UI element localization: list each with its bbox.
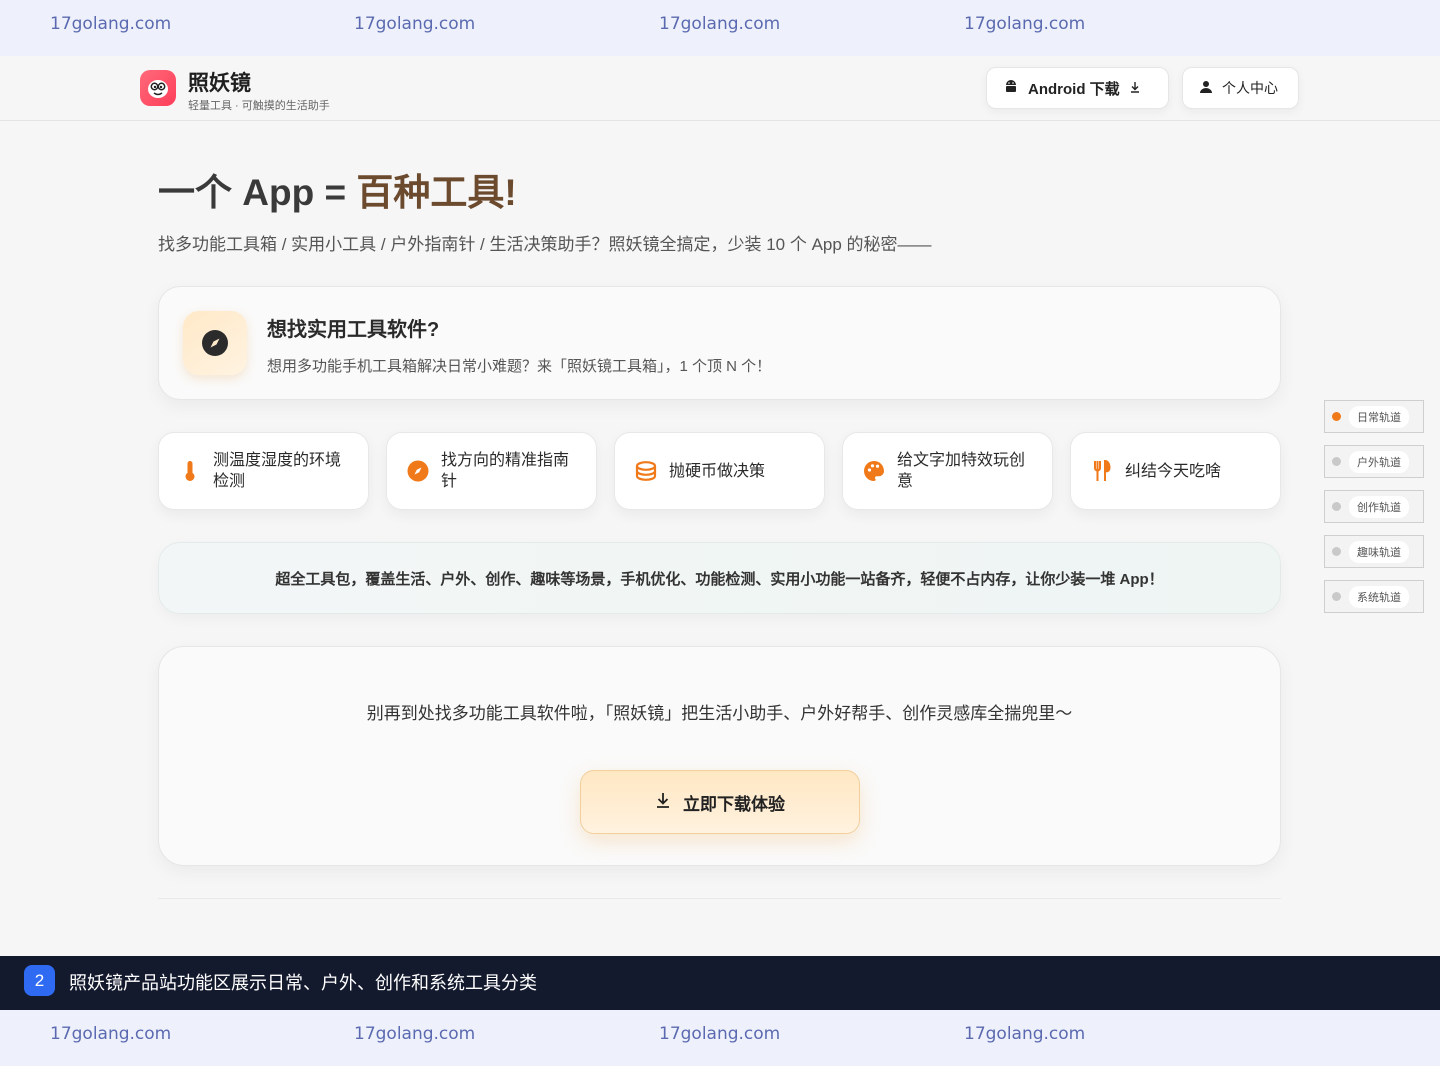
watermark-text: 17golang.com	[354, 1024, 476, 1044]
brand-tagline: 轻量工具 · 可触摸的生活助手	[188, 100, 330, 112]
android-download-button[interactable]: Android 下载	[986, 67, 1169, 109]
hero-title: 一个 App = 百种工具!	[158, 162, 517, 216]
profile-center-label: 个人中心	[1222, 80, 1278, 96]
tile-label: 测温度湿度的环境检测	[213, 452, 342, 490]
rail-item-label: 趣味轨道	[1349, 540, 1409, 563]
download-icon	[655, 792, 671, 813]
tile-text-effects[interactable]: 给文字加特效玩创意	[842, 432, 1053, 510]
android-icon	[1003, 78, 1019, 98]
rail-item-label: 日常轨道	[1349, 405, 1409, 428]
intro-card: 想找实用工具软件? 想用多功能手机工具箱解决日常小难题？来「照妖镜工具箱」，1 …	[158, 286, 1281, 400]
download-now-label: 立即下载体验	[683, 794, 785, 814]
tile-compass[interactable]: 找方向的精准指南针	[386, 432, 597, 510]
profile-center-button[interactable]: 个人中心	[1182, 67, 1299, 109]
rail-indicator-dot	[1332, 457, 1341, 466]
android-download-label: Android 下载	[1028, 80, 1120, 98]
rail-indicator-dot	[1332, 412, 1341, 421]
hero-title-accent: 百种工具!	[356, 172, 517, 213]
watermark-band-bottom: 17golang.com 17golang.com 17golang.com 1…	[0, 1010, 1440, 1066]
rail-item-creative[interactable]: 创作轨道	[1324, 490, 1424, 523]
watermark-text: 17golang.com	[964, 1024, 1086, 1044]
watermark-text: 17golang.com	[354, 14, 476, 34]
rail-item-label: 户外轨道	[1349, 450, 1409, 473]
watermark-text: 17golang.com	[50, 1024, 172, 1044]
thermometer-icon	[179, 460, 201, 482]
tile-label: 纠结今天吃啥	[1125, 462, 1222, 480]
rail-item-label: 系统轨道	[1349, 585, 1409, 608]
tile-coin-flip[interactable]: 抛硬币做决策	[614, 432, 825, 510]
watermark-text: 17golang.com	[50, 14, 172, 34]
hero-subtitle: 找多功能工具箱 / 实用小工具 / 户外指南针 / 生活决策助手？照妖镜全搞定，…	[158, 235, 932, 254]
tile-what-to-eat[interactable]: 纠结今天吃啥	[1070, 432, 1281, 510]
caption-text: 照妖镜产品站功能区展示日常、户外、创作和系统工具分类	[69, 973, 537, 993]
rail-indicator-dot	[1332, 502, 1341, 511]
rail-item-outdoor[interactable]: 户外轨道	[1324, 445, 1424, 478]
rail-indicator-dot	[1332, 547, 1341, 556]
coin-stack-icon	[635, 460, 657, 482]
tile-label: 抛硬币做决策	[669, 462, 766, 480]
site-header: 照妖镜 轻量工具 · 可触摸的生活助手 Android 下载 个人中心	[0, 56, 1440, 121]
hero-title-prefix: 一个 App =	[158, 172, 357, 213]
brand-name[interactable]: 照妖镜	[188, 67, 251, 97]
app-logo-icon[interactable]	[140, 70, 176, 106]
fork-knife-icon	[1091, 460, 1113, 482]
compass-icon	[407, 460, 429, 482]
watermark-text: 17golang.com	[659, 14, 781, 34]
tile-label: 给文字加特效玩创意	[897, 452, 1026, 490]
rail-indicator-dot	[1332, 592, 1341, 601]
caption-number-badge: 2	[24, 965, 55, 996]
cta-text: 别再到处找多功能工具软件啦，「照妖镜」把生活小助手、户外好帮手、创作灵感库全揣兜…	[366, 704, 1073, 723]
download-arrow-icon	[1129, 80, 1141, 97]
intro-description: 想用多功能手机工具箱解决日常小难题？来「照妖镜工具箱」，1 个顶 N 个！	[267, 358, 772, 375]
rail-item-daily[interactable]: 日常轨道	[1324, 400, 1424, 433]
caption-bar: 2 照妖镜产品站功能区展示日常、户外、创作和系统工具分类	[0, 956, 1440, 1010]
tile-environment-detection[interactable]: 测温度湿度的环境检测	[158, 432, 369, 510]
download-now-button[interactable]: 立即下载体验	[580, 770, 860, 834]
rail-item-label: 创作轨道	[1349, 495, 1409, 518]
user-icon	[1199, 80, 1213, 97]
watermark-band-top: 17golang.com 17golang.com 17golang.com 1…	[0, 0, 1440, 56]
rail-item-system[interactable]: 系统轨道	[1324, 580, 1424, 613]
watermark-text: 17golang.com	[964, 14, 1086, 34]
cta-card: 别再到处找多功能工具软件啦，「照妖镜」把生活小助手、户外好帮手、创作灵感库全揣兜…	[158, 646, 1281, 866]
tile-label: 找方向的精准指南针	[441, 452, 570, 490]
rail-item-fun[interactable]: 趣味轨道	[1324, 535, 1424, 568]
palette-icon	[863, 460, 885, 482]
feature-banner: 超全工具包，覆盖生活、户外、创作、趣味等场景，手机优化、功能检测、实用小功能一站…	[158, 542, 1281, 614]
intro-title: 想找实用工具软件?	[267, 319, 440, 341]
compass-badge-icon	[183, 311, 247, 375]
section-divider	[158, 898, 1281, 899]
watermark-text: 17golang.com	[659, 1024, 781, 1044]
